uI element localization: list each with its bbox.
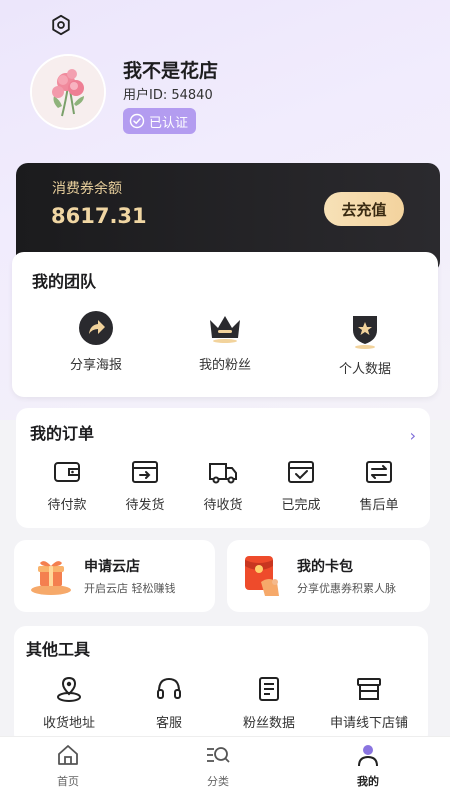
order-pending-payment[interactable]: 待付款 <box>22 458 112 513</box>
apply-cloud-store-title: 申请云店 <box>84 559 140 575</box>
category-search-icon <box>207 747 230 763</box>
ship-box-icon <box>132 461 158 483</box>
order-pending-shipment-label: 待发货 <box>125 498 165 513</box>
order-completed-label: 已完成 <box>281 498 321 513</box>
my-card-wallet-subtitle: 分享优惠券积累人脉 <box>297 582 396 595</box>
verified-badge: 已认证 <box>123 108 197 134</box>
tool-customer-service-label: 客服 <box>155 716 182 731</box>
check-circle-icon <box>129 113 145 129</box>
badge-icon <box>353 316 377 349</box>
tool-shipping-address[interactable]: 收货地址 <box>24 674 114 731</box>
recharge-button[interactable]: 去充值 <box>324 192 404 226</box>
user-icon <box>358 745 378 767</box>
orders-more-arrow-icon[interactable]: › <box>410 426 416 445</box>
gift-icon <box>31 561 71 595</box>
my-fans-item[interactable]: 我的粉丝 <box>180 310 270 373</box>
tool-shipping-address-label: 收货地址 <box>42 716 95 731</box>
apply-cloud-store-subtitle: 开启云店 轻松赚钱 <box>84 582 176 595</box>
red-envelope-icon <box>245 556 279 596</box>
tools-title: 其他工具 <box>26 640 91 659</box>
other-tools-card: 其他工具 收货地址 客服 粉丝数据 申请线下店铺 <box>14 626 428 746</box>
tab-home-label: 首页 <box>57 775 79 788</box>
tab-mine[interactable]: 我的 <box>333 743 403 789</box>
order-completed[interactable]: 已完成 <box>256 458 346 513</box>
team-title: 我的团队 <box>32 272 97 291</box>
order-pending-receipt[interactable]: 待收货 <box>178 458 268 513</box>
share-poster-item[interactable]: 分享海报 <box>51 310 141 373</box>
document-icon <box>259 677 279 701</box>
tool-fan-data[interactable]: 粉丝数据 <box>224 674 314 731</box>
settings-icon <box>52 14 70 36</box>
tool-customer-service[interactable]: 客服 <box>124 674 214 731</box>
tab-home[interactable]: 首页 <box>33 743 103 789</box>
orders-title: 我的订单 <box>30 424 95 443</box>
username: 我不是花店 <box>123 60 219 82</box>
avatar[interactable] <box>32 56 104 128</box>
tab-category-label: 分类 <box>207 775 229 788</box>
voucher-label: 消费券余额 <box>52 181 122 197</box>
settings-button[interactable] <box>48 12 74 38</box>
personal-data-item[interactable]: 个人数据 <box>320 310 410 377</box>
my-team-card: 我的团队 分享海报 我的粉丝 个人数据 <box>12 252 438 397</box>
personal-data-label: 个人数据 <box>338 362 391 377</box>
exchange-icon <box>366 461 392 483</box>
verified-label: 已认证 <box>149 115 189 131</box>
order-after-sales[interactable]: 售后单 <box>334 458 424 513</box>
order-pending-receipt-label: 待收货 <box>203 498 243 513</box>
wallet-icon <box>54 462 80 482</box>
tab-category[interactable]: 分类 <box>183 743 253 789</box>
order-after-sales-label: 售后单 <box>359 498 399 513</box>
user-id: 用户ID: 54840 <box>123 88 213 103</box>
my-orders-card: 我的订单 › 待付款 待发货 待收货 已完成 售后单 <box>16 408 430 528</box>
bottom-tab-bar: 首页 分类 我的 <box>0 736 450 800</box>
my-card-wallet-card[interactable]: 我的卡包 分享优惠券积累人脉 <box>227 540 430 612</box>
crown-icon <box>210 316 240 343</box>
tool-apply-offline-store-label: 申请线下店铺 <box>329 716 408 731</box>
truck-icon <box>209 463 237 484</box>
headset-icon <box>157 677 181 699</box>
my-card-wallet-title: 我的卡包 <box>297 559 353 575</box>
share-poster-label: 分享海报 <box>69 358 122 373</box>
store-icon <box>357 678 381 700</box>
order-pending-shipment[interactable]: 待发货 <box>100 458 190 513</box>
location-icon <box>57 676 81 702</box>
my-fans-label: 我的粉丝 <box>198 358 251 373</box>
order-pending-payment-label: 待付款 <box>47 498 87 513</box>
voucher-amount: 8617.31 <box>51 204 147 228</box>
tab-mine-label: 我的 <box>357 775 379 788</box>
tool-apply-offline-store[interactable]: 申请线下店铺 <box>324 674 414 731</box>
apply-cloud-store-card[interactable]: 申请云店 开启云店 轻松赚钱 <box>14 540 215 612</box>
tool-fan-data-label: 粉丝数据 <box>242 716 295 731</box>
flower-avatar-image <box>32 56 104 128</box>
share-icon <box>79 311 113 345</box>
home-icon <box>58 745 78 765</box>
done-box-icon <box>288 461 314 483</box>
